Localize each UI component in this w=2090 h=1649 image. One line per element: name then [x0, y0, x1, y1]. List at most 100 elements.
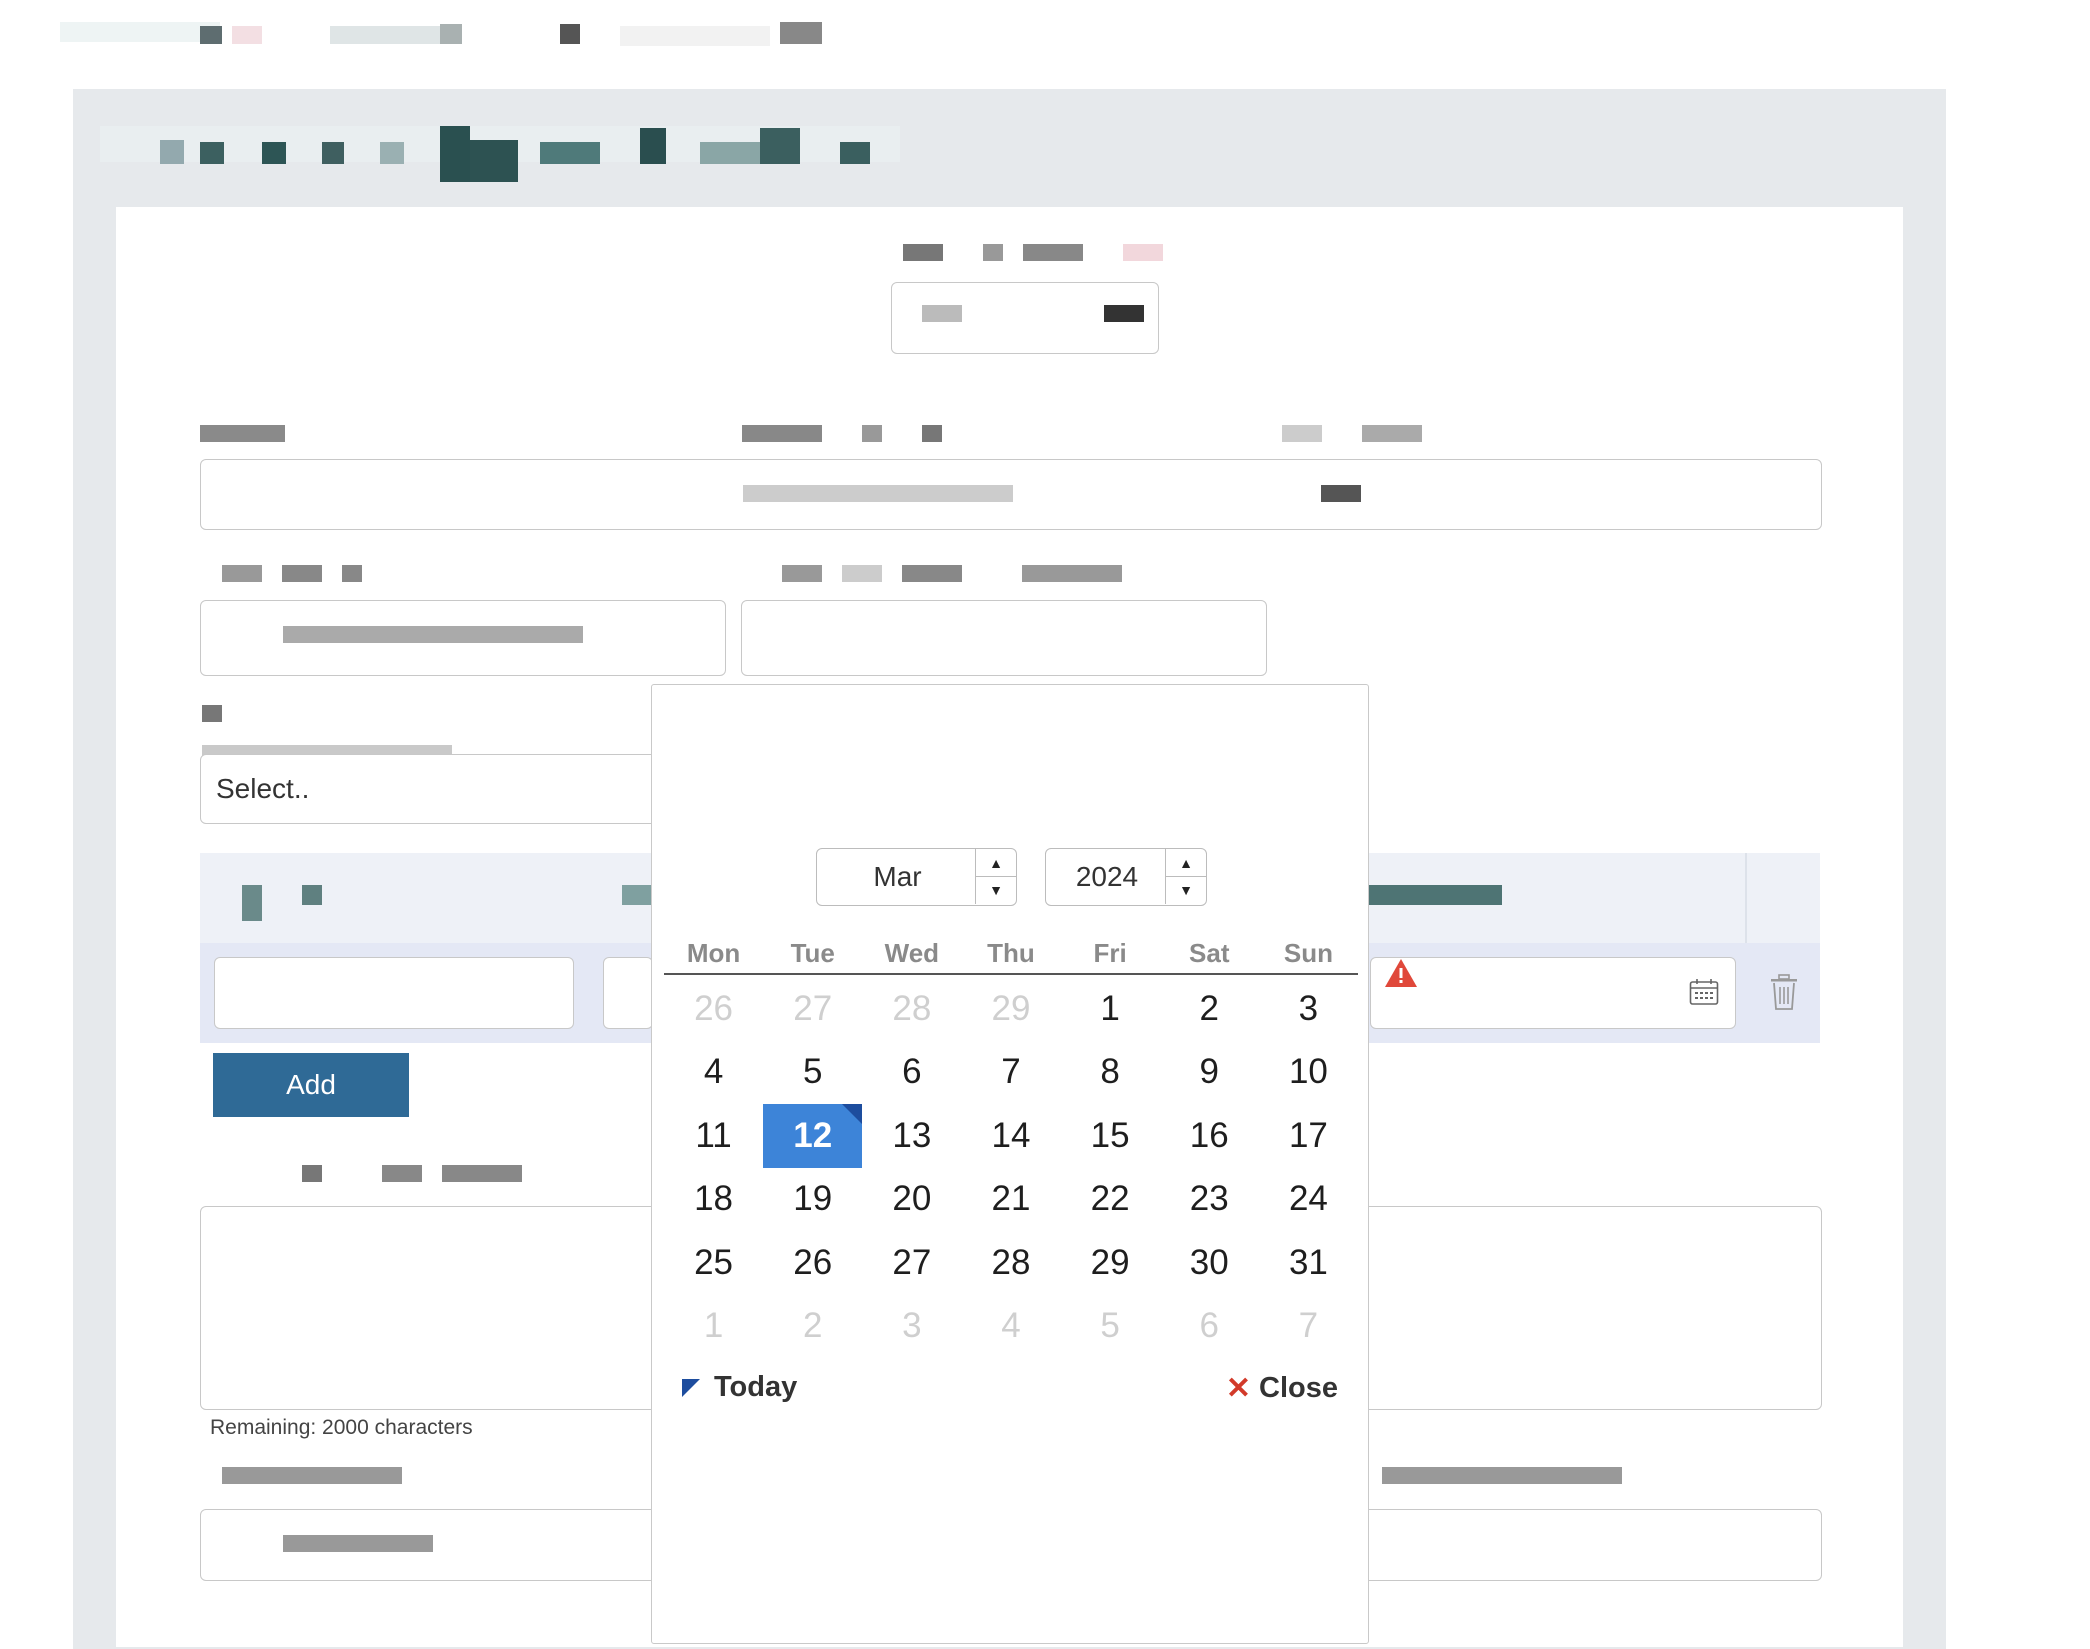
datepicker-popup: Mar ▲ ▼ 2024 ▲ ▼ Mon Tue Wed Thu Fri Sat Sun 2…	[651, 684, 1369, 1644]
calendar-week-row: 18 19 20 21 22 23 24	[664, 1168, 1358, 1232]
month-arrows: ▲ ▼	[975, 849, 1016, 904]
calendar-week-row: 1234567	[664, 1295, 1358, 1359]
calendar-day-outside-month[interactable]: 6	[1160, 1295, 1259, 1359]
year-arrows: ▲ ▼	[1165, 849, 1206, 904]
calendar-day-outside-month[interactable]: 5	[1061, 1295, 1160, 1359]
blurred-col-header-2	[622, 885, 652, 905]
calendar-day-outside-month[interactable]: 7	[1259, 1295, 1358, 1359]
calendar-day[interactable]: 31	[1259, 1231, 1358, 1295]
calendar-day-outside-month[interactable]: 29	[961, 977, 1060, 1041]
calendar-day[interactable]: 24	[1259, 1168, 1358, 1232]
calendar-day[interactable]: 11	[664, 1104, 763, 1168]
row2-field-left[interactable]	[200, 600, 726, 676]
row-text-input-2[interactable]	[603, 957, 653, 1029]
weekday-label: Sun	[1283, 938, 1333, 968]
table-header-divider	[1745, 853, 1747, 943]
calendar-day[interactable]: 25	[664, 1231, 763, 1295]
calendar-grid: 26 27 28 29 1 2 3 4 5 6 7 8 9 10 11 12 13 14 15 16 17 18 19 20 2…	[664, 977, 1358, 1358]
calendar-day-outside-month[interactable]: 1	[664, 1295, 763, 1359]
calendar-week-row: 4 5 6 7 8 9 10	[664, 1041, 1358, 1105]
month-down-arrow-icon[interactable]: ▼	[976, 876, 1016, 903]
blurred-col-header-1	[242, 885, 262, 921]
calendar-day[interactable]: 30	[1160, 1231, 1259, 1295]
calendar-day-outside-month[interactable]: 3	[862, 1295, 961, 1359]
weekday-label: Thu	[987, 938, 1035, 968]
row-date-input[interactable]	[1370, 957, 1736, 1029]
today-button[interactable]: Today	[682, 1371, 797, 1404]
month-up-arrow-icon[interactable]: ▲	[976, 849, 1016, 877]
calendar-day[interactable]: 14	[961, 1104, 1060, 1168]
blurred-field-value-2	[743, 485, 1013, 502]
calendar-week-row: 11 12 13 14 15 16 17	[664, 1104, 1358, 1168]
calendar-day[interactable]: 15	[1061, 1104, 1160, 1168]
calendar-day[interactable]: 21	[961, 1168, 1060, 1232]
calendar-day[interactable]: 10	[1259, 1041, 1358, 1105]
weekday-label: Fri	[1093, 938, 1127, 968]
weekday-label: Mon	[686, 938, 741, 968]
calendar-day[interactable]: 26	[763, 1231, 862, 1295]
calendar-day-outside-month[interactable]: 28	[862, 977, 961, 1041]
blurred-value	[922, 305, 962, 322]
calendar-week-row: 26 27 28 29 1 2 3	[664, 977, 1358, 1041]
add-button[interactable]: Add	[213, 1053, 409, 1117]
year-value: 2024	[1075, 860, 1139, 892]
calendar-day-outside-month[interactable]: 26	[664, 977, 763, 1041]
calendar-day[interactable]: 27	[862, 1231, 961, 1295]
month-value: Mar	[873, 860, 922, 892]
close-button[interactable]: ✕ Close	[1226, 1371, 1338, 1406]
weekday-label: Sat	[1189, 938, 1230, 968]
blurred-field-value-5	[283, 1535, 433, 1552]
calendar-day[interactable]: 18	[664, 1168, 763, 1232]
trash-icon[interactable]	[1769, 973, 1799, 1016]
weekday-label: Wed	[884, 938, 940, 968]
calendar-day[interactable]: 6	[862, 1041, 961, 1105]
year-spinner[interactable]: 2024 ▲ ▼	[1045, 848, 1207, 906]
calendar-icon[interactable]	[1689, 978, 1719, 1011]
year-down-arrow-icon[interactable]: ▼	[1166, 876, 1206, 903]
calendar-day[interactable]: 1	[1061, 977, 1160, 1041]
blurred-field-value-3	[1321, 485, 1361, 502]
close-label: Close	[1259, 1372, 1338, 1404]
blurred-field-value-4	[283, 626, 583, 643]
select-placeholder: Select..	[216, 773, 310, 804]
blurred-col-header-1b	[302, 885, 322, 905]
calendar-day-outside-month[interactable]: 4	[961, 1295, 1060, 1359]
calendar-day[interactable]: 8	[1061, 1041, 1160, 1105]
calendar-day[interactable]: 28	[961, 1231, 1060, 1295]
calendar-day[interactable]: 3	[1259, 977, 1358, 1041]
calendar-day-selected[interactable]: 12	[763, 1104, 863, 1168]
month-spinner[interactable]: Mar ▲ ▼	[816, 848, 1017, 906]
calendar-day[interactable]: 20	[862, 1168, 961, 1232]
calendar-day[interactable]: 9	[1160, 1041, 1259, 1105]
blurred-label-1	[200, 425, 285, 442]
calendar-day[interactable]: 17	[1259, 1104, 1358, 1168]
calendar-day[interactable]: 7	[961, 1041, 1060, 1105]
calendar-day[interactable]: 16	[1160, 1104, 1259, 1168]
remaining-characters: Remaining: 2000 characters	[210, 1416, 473, 1439]
row1-wide-field[interactable]	[200, 459, 1822, 530]
calendar-day[interactable]: 13	[862, 1104, 961, 1168]
weekday-label: Tue	[790, 938, 835, 968]
warning-icon	[1383, 957, 1419, 994]
calendar-day[interactable]: 4	[664, 1041, 763, 1105]
year-up-arrow-icon[interactable]: ▲	[1166, 849, 1206, 877]
calendar-day-outside-month[interactable]: 2	[763, 1295, 862, 1359]
top-center-field[interactable]	[891, 282, 1159, 354]
row2-field-right[interactable]	[741, 600, 1267, 676]
calendar-week-row: 25 26 27 28 29 30 31	[664, 1231, 1358, 1295]
calendar-day-outside-month[interactable]: 27	[763, 977, 862, 1041]
select-dropdown[interactable]: Select..	[200, 754, 660, 824]
row-text-input[interactable]	[214, 957, 574, 1029]
blurred-value-suffix	[1104, 305, 1144, 322]
calendar-day[interactable]: 22	[1061, 1168, 1160, 1232]
weekday-header: Mon Tue Wed Thu Fri Sat Sun	[664, 937, 1358, 975]
blurred-label-6	[202, 705, 222, 722]
calendar-day[interactable]: 29	[1061, 1231, 1160, 1295]
calendar-day[interactable]: 19	[763, 1168, 862, 1232]
calendar-day[interactable]: 5	[763, 1041, 862, 1105]
blurred-col-header-3	[1362, 885, 1502, 905]
calendar-day[interactable]: 2	[1160, 977, 1259, 1041]
close-icon: ✕	[1225, 1372, 1252, 1405]
today-label: Today	[714, 1371, 798, 1403]
calendar-day[interactable]: 23	[1160, 1168, 1259, 1232]
